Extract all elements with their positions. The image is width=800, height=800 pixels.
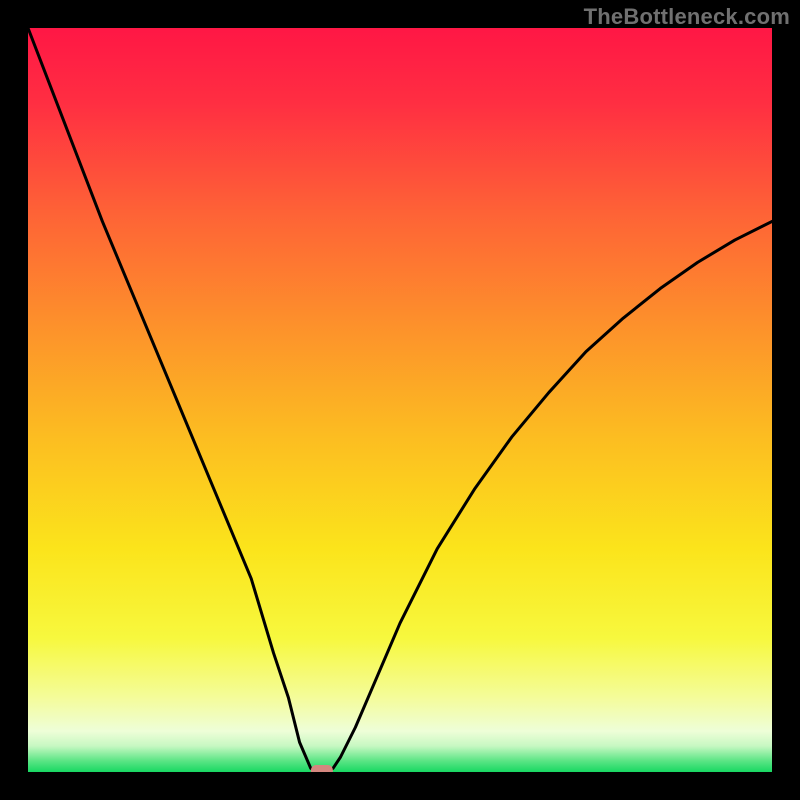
min-marker	[311, 765, 333, 772]
chart-frame: TheBottleneck.com	[0, 0, 800, 800]
gradient-background	[28, 28, 772, 772]
watermark-text: TheBottleneck.com	[584, 4, 790, 30]
plot-area	[28, 28, 772, 772]
bottleneck-chart	[28, 28, 772, 772]
